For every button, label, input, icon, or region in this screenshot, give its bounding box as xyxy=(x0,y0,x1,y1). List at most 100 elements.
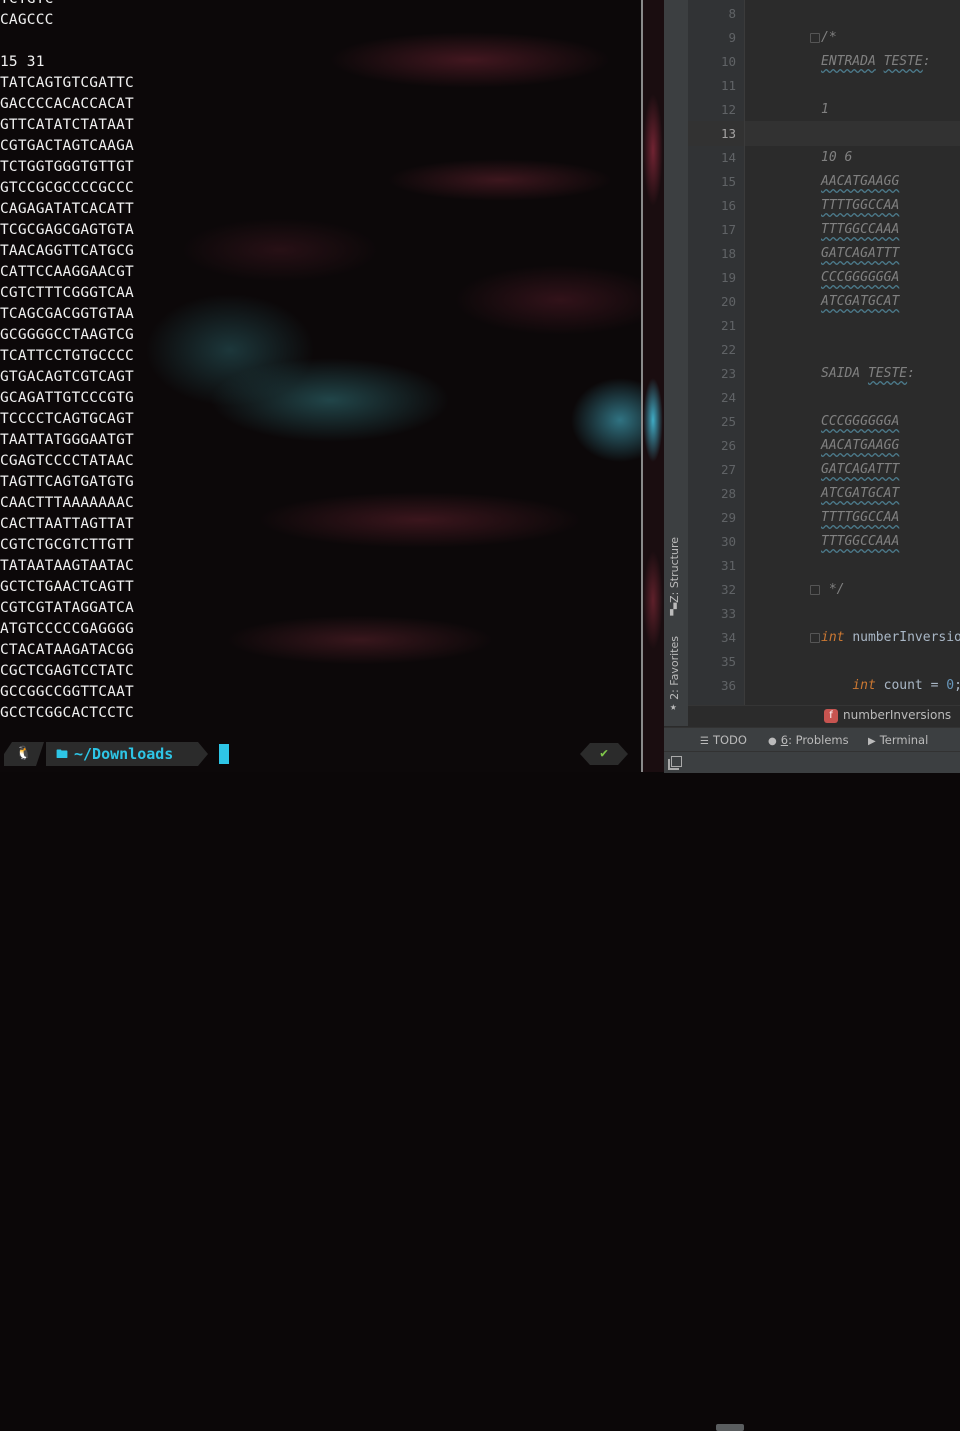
bottom-tool-window-bar: ☰ TODO ● 6: Problems ▶ Terminal xyxy=(664,727,960,752)
terminal-line: GCTCTGAACTCAGTT xyxy=(0,579,134,595)
terminal-line: TATCAGTGTCGATTC xyxy=(0,75,134,91)
line-number-current: 13 xyxy=(720,126,736,141)
terminal-line: GCCTCGGCACTCCTC xyxy=(0,705,134,721)
terminal-line: 15 31 xyxy=(0,54,45,70)
folder-icon: 🖿 xyxy=(56,747,69,761)
structure-tool-tab[interactable]: Z: Structure xyxy=(668,537,681,603)
horizontal-scrollbar[interactable] xyxy=(716,1424,744,1431)
shell-prompt[interactable]: 🐧 🖿 ~/Downloads ✔ xyxy=(0,742,641,766)
terminal-line: GACCCCACACCACAT xyxy=(0,96,134,112)
terminal-cursor[interactable] xyxy=(219,744,229,764)
terminal-line: TAGTTCAGTGATGTG xyxy=(0,474,134,490)
linux-tux-icon: 🐧 xyxy=(4,742,44,766)
prompt-directory-segment: 🖿 ~/Downloads xyxy=(46,742,208,766)
line-number: 23 xyxy=(720,366,736,381)
line-number: 15 xyxy=(720,174,736,189)
line-number: 34 xyxy=(720,630,736,645)
line-number: 11 xyxy=(720,78,736,93)
status-bar xyxy=(664,751,960,773)
problems-icon: ● xyxy=(768,736,777,747)
prompt-path: ~/Downloads xyxy=(74,745,174,763)
line-number: 17 xyxy=(720,222,736,237)
code-line: int numberInversio xyxy=(821,630,960,645)
line-number: 25 xyxy=(720,414,736,429)
terminal-line: TCTGGTGGGTGTTGT xyxy=(0,159,134,175)
desktop-wallpaper-strip xyxy=(643,0,664,772)
code-line: GATCAGATTT xyxy=(821,462,900,477)
terminal-line: GCGGGGCCTAAGTCG xyxy=(0,327,134,343)
code-line: AACATGAAGG xyxy=(821,174,900,189)
terminal-line: TCAGCGACGGTGTAA xyxy=(0,306,134,322)
terminal-output: TCTGTC CAGCCC 15 31 TATCAGTGTCGATTC GACC… xyxy=(0,0,134,724)
list-icon: ☰ xyxy=(700,736,709,747)
code-line: int count = 0; xyxy=(852,678,960,693)
terminal-line: GCCGGCCGGTTCAAT xyxy=(0,684,134,700)
terminal-line: CGTCTTTCGGGTCAA xyxy=(0,285,134,301)
line-number: 21 xyxy=(720,318,736,333)
favorites-tool-tab[interactable]: 2: Favorites xyxy=(668,636,681,700)
line-number: 10 xyxy=(720,54,736,69)
line-number: 16 xyxy=(720,198,736,213)
line-number: 28 xyxy=(720,486,736,501)
terminal-line: CGTCGTATAGGATCA xyxy=(0,600,134,616)
code-line: TTTGGCCAAA xyxy=(821,534,900,549)
line-number: 27 xyxy=(720,462,736,477)
terminal-line: TCATTCCTGTGCCCC xyxy=(0,348,134,364)
line-numbers: 8 9 10 11 12 13 14 15 16 17 18 19 20 21 … xyxy=(688,2,736,698)
terminal-line: CGCTCGAGTCCTATC xyxy=(0,663,134,679)
line-number: 19 xyxy=(720,270,736,285)
code-line: CCCGGGGGGA xyxy=(821,414,900,429)
line-number: 20 xyxy=(720,294,736,309)
terminal-line: TCTGTC xyxy=(0,0,134,10)
terminal-line: CAGAGATATCACATT xyxy=(0,201,134,217)
code-line: /* xyxy=(821,30,837,45)
checkmark-icon: ✔ xyxy=(580,743,628,765)
code-lines: /* ENTRADA TESTE: 1 10 6 AACATGAAGG TTTT… xyxy=(821,2,960,698)
fold-marker-icon[interactable] xyxy=(810,585,820,595)
terminal-icon: ▶ xyxy=(868,736,876,747)
left-tool-window-bar: Z: Structure ▞ 2: Favorites ★ xyxy=(664,0,689,726)
editor-breadcrumb[interactable]: f numberInversions xyxy=(688,705,960,1431)
structure-icon[interactable]: ▞ xyxy=(670,603,677,616)
terminal-window[interactable]: TCTGTC CAGCCC 15 31 TATCAGTGTCGATTC GACC… xyxy=(0,0,641,772)
code-line: TTTTGGCCAA xyxy=(821,510,900,525)
terminal-line: TAATTATGGGAATGT xyxy=(0,432,134,448)
terminal-line: TAACAGGTTCATGCG xyxy=(0,243,134,259)
line-number: 31 xyxy=(720,558,736,573)
terminal-tab[interactable]: ▶ Terminal xyxy=(868,728,928,752)
terminal-line: CAACTTTAAAAAAAC xyxy=(0,495,134,511)
terminal-line: CATTCCAAGGAACGT xyxy=(0,264,134,280)
breadcrumb-function[interactable]: numberInversions xyxy=(843,708,951,722)
todo-tab[interactable]: ☰ TODO xyxy=(700,728,747,752)
code-line: AACATGAAGG xyxy=(821,438,900,453)
function-icon: f xyxy=(824,709,838,723)
terminal-line: GCAGATTGTCCCGTG xyxy=(0,390,134,406)
code-line-current xyxy=(821,122,960,146)
terminal-line: GTCCGCGCCCCGCCC xyxy=(0,180,134,196)
line-number: 33 xyxy=(720,606,736,621)
code-line: GATCAGATTT xyxy=(821,246,900,261)
code-line: 10 6 xyxy=(821,150,853,165)
code-line: SAIDA TESTE: xyxy=(821,366,915,381)
fold-marker-icon[interactable] xyxy=(810,633,820,643)
line-number: 30 xyxy=(720,534,736,549)
terminal-line: CAGCCC xyxy=(0,12,54,28)
code-line: ATCGATGCAT xyxy=(821,294,900,309)
terminal-line: CGAGTCCCCTATAAC xyxy=(0,453,134,469)
line-number: 36 xyxy=(720,678,736,693)
problems-tab[interactable]: ● 6: Problems xyxy=(768,728,849,752)
tool-windows-icon[interactable] xyxy=(671,756,682,767)
ide-window[interactable]: Z: Structure ▞ 2: Favorites ★ 8 9 10 11 … xyxy=(664,0,960,1431)
line-number: 32 xyxy=(720,582,736,597)
line-number: 24 xyxy=(720,390,736,405)
terminal-line: GTGACAGTCGTCAGT xyxy=(0,369,134,385)
fold-marker-icon[interactable] xyxy=(810,33,820,43)
star-icon[interactable]: ★ xyxy=(670,700,677,713)
code-line: 1 xyxy=(821,102,829,117)
line-number: 26 xyxy=(720,438,736,453)
